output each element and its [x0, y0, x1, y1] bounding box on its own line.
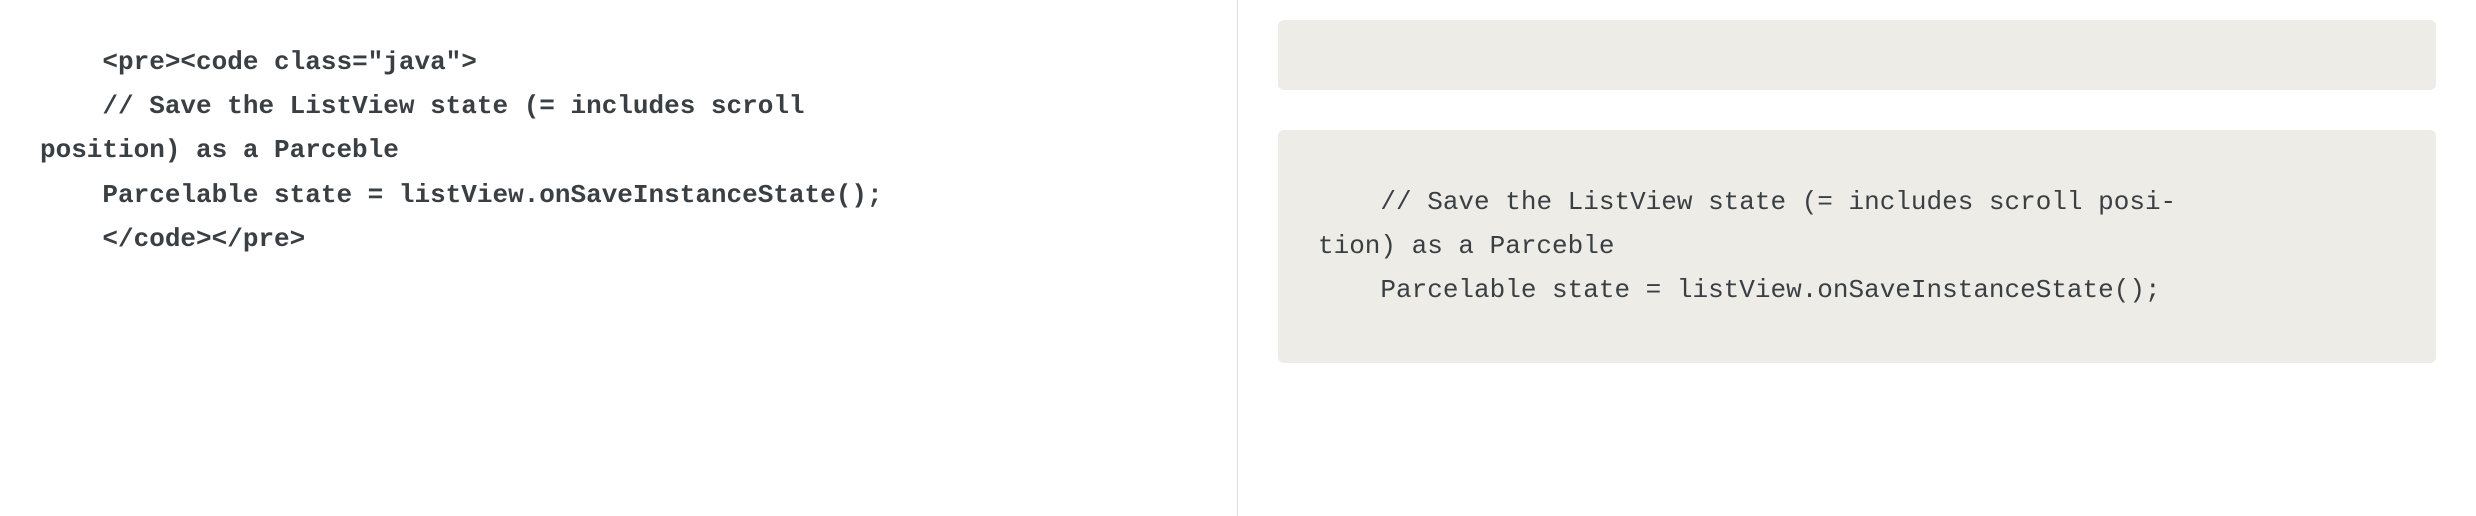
source-code-text: <pre><code class="java"> // Save the Lis… [40, 40, 1197, 261]
rendered-panel: // Save the ListView state (= includes s… [1238, 0, 2476, 516]
source-panel: <pre><code class="java"> // Save the Lis… [0, 0, 1238, 516]
empty-code-block [1278, 20, 2436, 90]
rendered-code-block: // Save the ListView state (= includes s… [1278, 130, 2436, 363]
